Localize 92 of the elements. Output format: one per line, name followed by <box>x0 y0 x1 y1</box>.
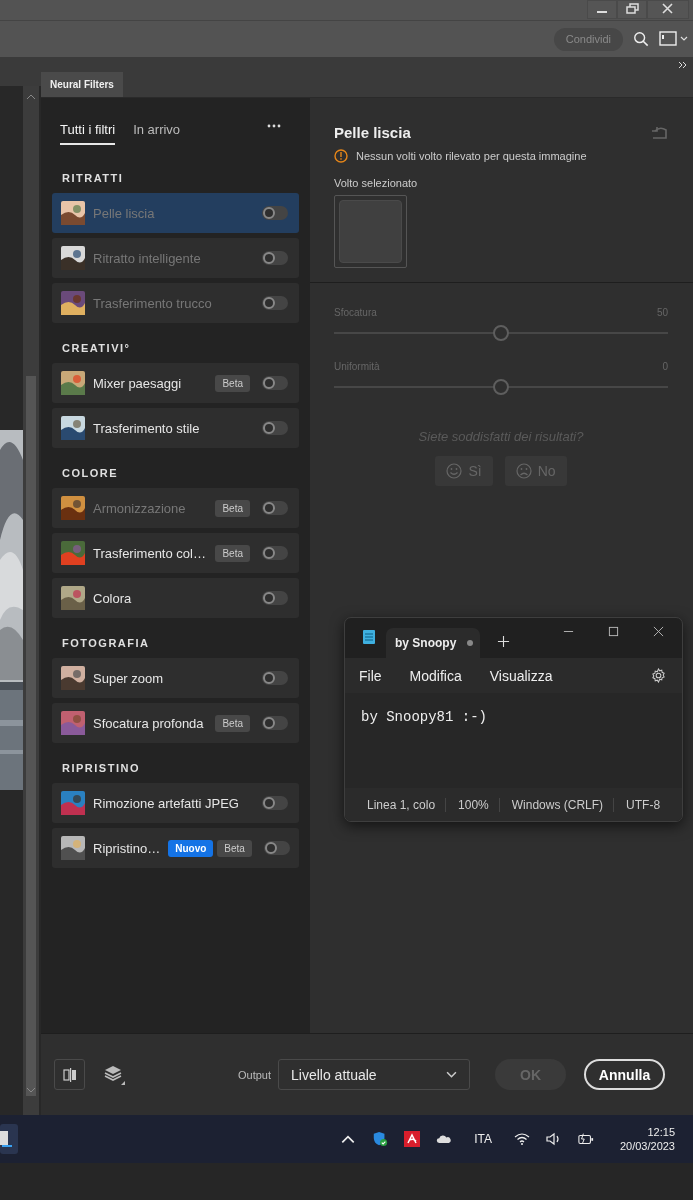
filter-name: Mixer paesaggi <box>93 375 183 391</box>
menu-item[interactable]: Visualizza <box>489 667 553 684</box>
workspace-icon[interactable] <box>659 30 689 48</box>
smiley-icon <box>446 463 463 479</box>
menu-item[interactable]: Modifica <box>409 667 462 684</box>
filter-badge: Beta <box>215 499 250 517</box>
minimize-icon[interactable] <box>587 0 617 19</box>
toggle-switch[interactable] <box>262 376 288 390</box>
document-tab[interactable]: by Snoopy <box>386 628 480 658</box>
reset-icon[interactable] <box>651 125 669 140</box>
category-heading: FOTOGRAFIA <box>62 637 151 651</box>
menu-item[interactable]: File <box>359 667 382 684</box>
face-thumbnail[interactable] <box>334 195 407 268</box>
layers-icon[interactable] <box>104 1063 126 1086</box>
battery-icon[interactable] <box>577 1131 594 1147</box>
filter-name: Colora <box>93 590 133 606</box>
warning-message: Nessun volti volto rilevato per questa immagine <box>356 150 587 162</box>
filter-name: Trasferimento stile <box>93 420 201 436</box>
status-item: Windows (CRLF) <box>511 797 615 812</box>
status-item: Linea 1, colo <box>367 797 447 812</box>
app-icon[interactable] <box>0 1124 18 1154</box>
sad-face-icon <box>515 463 532 479</box>
face-label: Volto selezionato <box>334 177 419 189</box>
warning-icon <box>334 149 348 163</box>
filter-name: Pelle liscia <box>93 205 156 221</box>
maximize-icon[interactable] <box>608 626 619 637</box>
toggle-switch[interactable] <box>262 421 288 435</box>
filter-tab[interactable]: In arrivo <box>133 122 181 143</box>
toggle-switch[interactable] <box>262 796 288 810</box>
filter-badge: Beta <box>215 544 250 562</box>
category-heading: COLORE <box>62 467 120 481</box>
status-item: UTF-8 <box>626 797 662 812</box>
filter-item[interactable]: Trasferimento col… Beta <box>52 533 299 573</box>
status-item: 100% <box>458 797 500 812</box>
filter-name: Armonizzazione <box>93 500 187 516</box>
toggle-switch[interactable] <box>263 841 290 855</box>
settings-icon[interactable] <box>651 668 666 683</box>
clock-date[interactable]: 20/03/2023 <box>619 1140 675 1152</box>
collapse-icon[interactable] <box>679 62 687 68</box>
filter-name: Trasferimento trucco <box>93 295 213 311</box>
slider-thumb[interactable] <box>493 325 509 341</box>
filter-name: Super zoom <box>93 670 165 686</box>
compare-button[interactable] <box>54 1059 85 1090</box>
cancel-button[interactable]: Annulla <box>584 1059 666 1090</box>
category-heading: CREATIVI° <box>62 342 132 356</box>
document-title: by Snoopy <box>395 636 457 650</box>
notepad-icon <box>362 629 376 645</box>
filter-item[interactable]: Trasferimento stile <box>52 408 299 448</box>
filter-badge: Nuovo <box>168 839 214 857</box>
filter-badge: Beta <box>215 714 250 732</box>
restore-icon[interactable] <box>617 0 647 19</box>
search-icon[interactable] <box>633 31 649 47</box>
shield-icon[interactable] <box>372 1131 389 1147</box>
more-icon[interactable] <box>267 124 281 128</box>
filter-item[interactable]: Rimozione artefatti JPEG <box>52 783 299 823</box>
filter-name: Rimozione artefatti JPEG <box>93 795 240 811</box>
language-indicator[interactable]: ITA <box>474 1132 492 1146</box>
text-editor[interactable]: by Snoopy81 :-) <box>345 693 682 788</box>
toggle-switch[interactable] <box>262 591 288 605</box>
compare-icon <box>61 1066 78 1083</box>
speaker-icon[interactable] <box>545 1131 562 1147</box>
filter-item[interactable]: Ripristino… Nuovo Beta <box>52 828 299 868</box>
filter-title: Pelle liscia <box>334 124 411 141</box>
antivirus-icon[interactable] <box>404 1131 421 1147</box>
filter-name: Trasferimento col… <box>93 545 207 561</box>
toggle-switch[interactable] <box>262 671 288 685</box>
toggle-switch[interactable] <box>262 546 288 560</box>
close-icon[interactable] <box>653 626 664 637</box>
output-dropdown[interactable]: Livello attuale <box>278 1059 471 1090</box>
panel-tab[interactable]: Neural Filters <box>41 72 123 97</box>
new-tab-icon[interactable] <box>497 635 510 648</box>
category-heading: RIPRISTINO <box>62 762 141 776</box>
clock-time[interactable]: 12:15 <box>647 1126 675 1138</box>
filter-badge: Beta <box>215 374 250 392</box>
filter-item[interactable]: Super zoom <box>52 658 299 698</box>
output-label: Output <box>238 1068 272 1081</box>
filter-badge: Beta <box>217 839 252 857</box>
filter-name: Sfocatura profonda <box>93 715 205 731</box>
close-icon[interactable] <box>647 0 689 19</box>
toggle-switch[interactable] <box>262 716 288 730</box>
category-heading: RITRATTI <box>62 172 125 186</box>
filter-name: Ritratto intelligente <box>93 250 202 266</box>
scroll-up-icon[interactable] <box>26 94 36 100</box>
slider-thumb[interactable] <box>493 379 509 395</box>
filter-item[interactable]: Colora <box>52 578 299 618</box>
filter-tab[interactable]: Tutti i filtri <box>60 122 116 145</box>
filter-item[interactable]: Mixer paesaggi Beta <box>52 363 299 403</box>
filter-item[interactable]: Sfocatura profonda Beta <box>52 703 299 743</box>
filter-name: Ripristino… <box>93 840 161 856</box>
chevron-down-icon <box>446 1071 458 1078</box>
wifi-icon[interactable] <box>513 1131 530 1147</box>
scrollbar-thumb[interactable] <box>26 376 36 1096</box>
